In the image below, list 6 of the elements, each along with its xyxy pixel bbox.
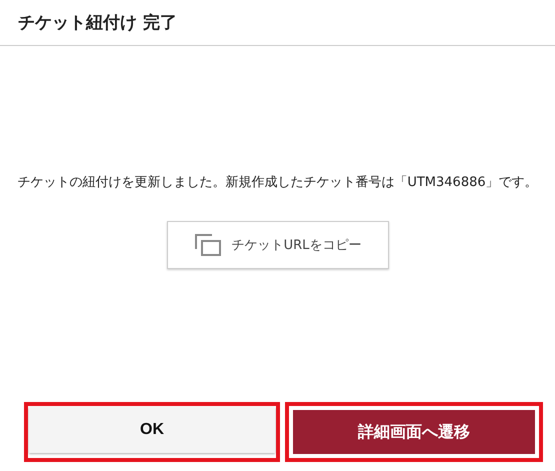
message-text: チケットの紐付けを更新しました。新規作成したチケット番号は「UTM346886」です。	[16, 174, 539, 192]
detail-button[interactable]: 詳細画面へ遷移	[293, 410, 535, 454]
copy-url-button[interactable]: チケットURLをコピー	[166, 221, 388, 269]
ok-button[interactable]: OK	[29, 407, 275, 453]
dialog-title: チケット紐付け 完了	[18, 12, 177, 34]
copy-icon	[194, 233, 222, 257]
